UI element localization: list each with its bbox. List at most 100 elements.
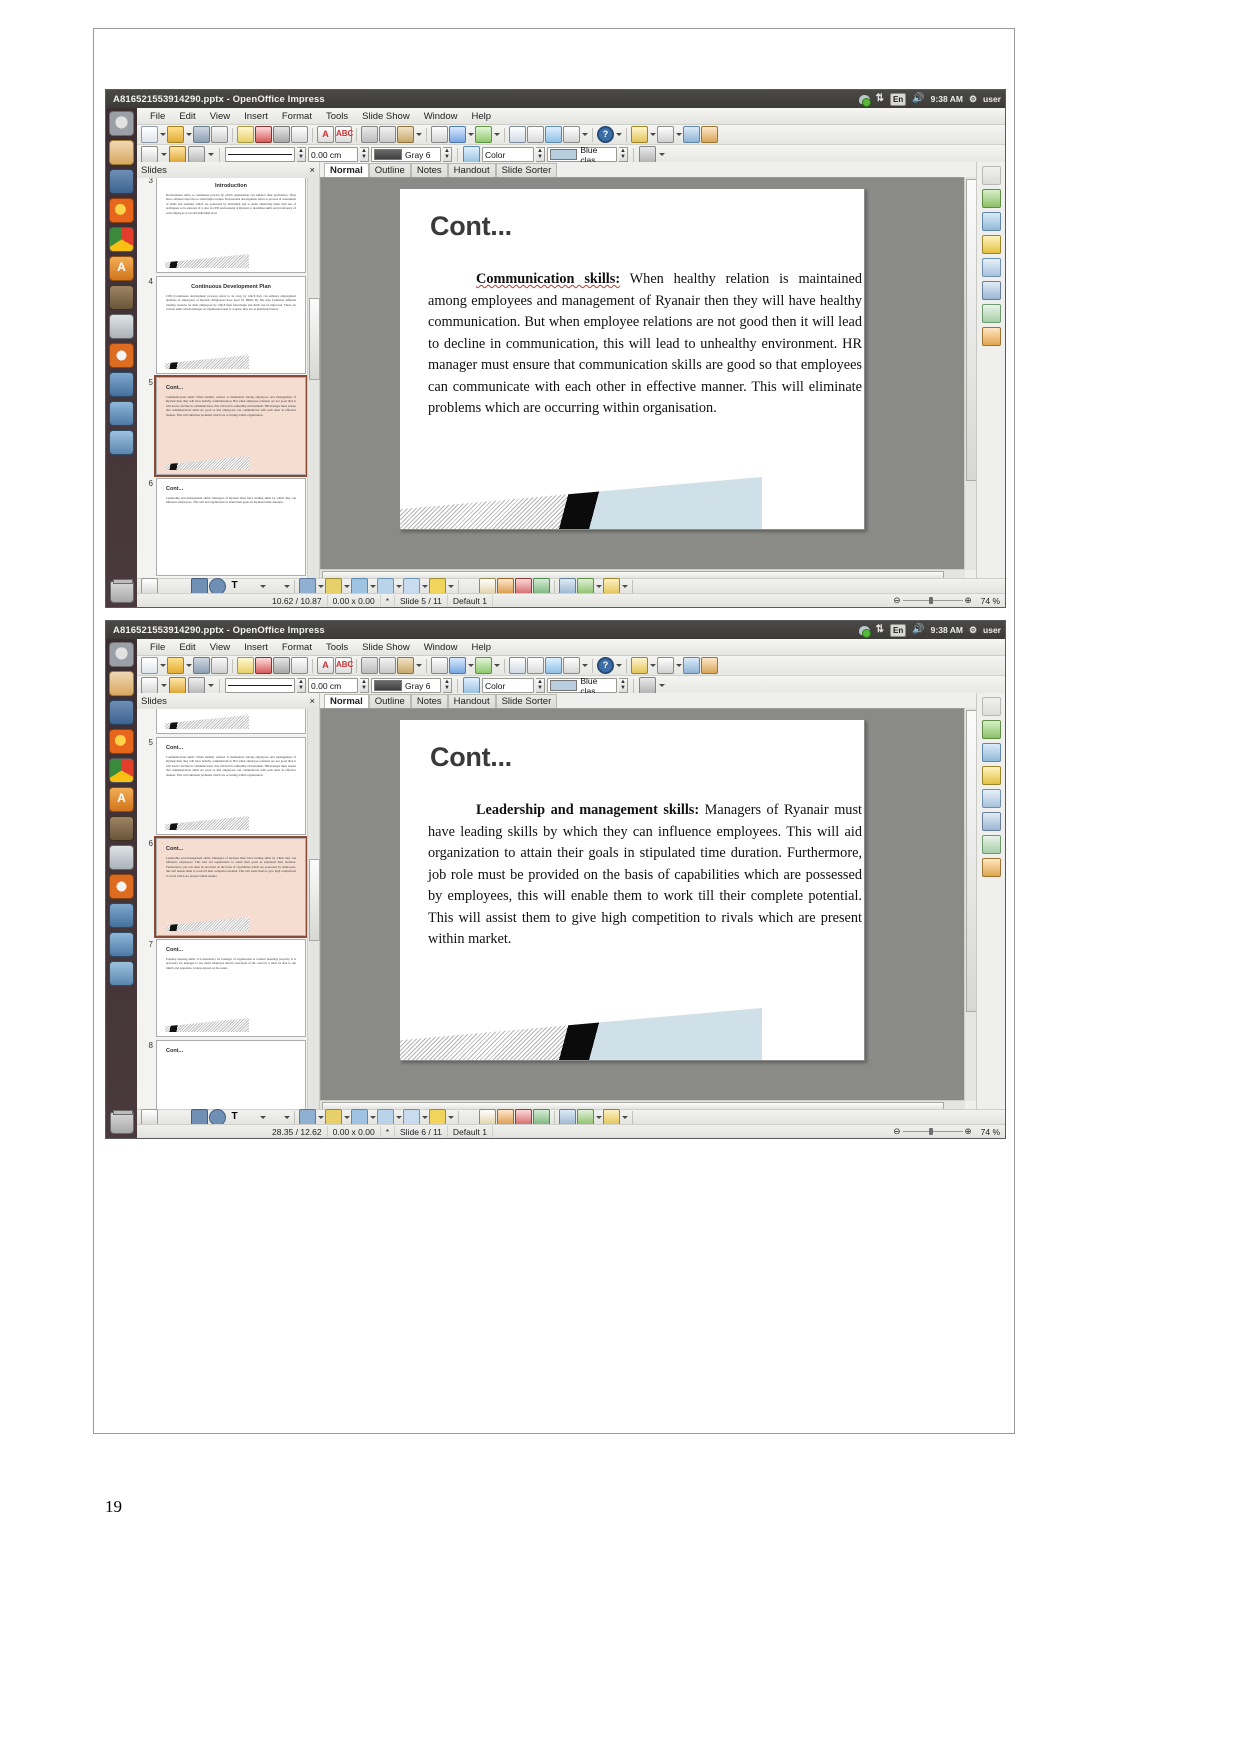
- launcher-text-editor-icon[interactable]: A: [109, 787, 134, 812]
- collapse-sidebar-icon[interactable]: [981, 166, 1001, 185]
- line-tool-icon[interactable]: [159, 579, 174, 594]
- stars-caret[interactable]: [448, 585, 454, 588]
- save-icon[interactable]: [193, 126, 210, 143]
- redo-icon[interactable]: [475, 126, 492, 143]
- menu-slideshow[interactable]: Slide Show: [355, 111, 417, 122]
- zoom-slider[interactable]: ⊖ ⊕: [889, 1126, 975, 1137]
- slide-thumbnail-selected[interactable]: Cont... Leadership and management skills…: [154, 836, 308, 938]
- master-slide-icon[interactable]: [657, 657, 674, 674]
- list-item[interactable]: 4 Continuous Development Plan CPD (Conti…: [137, 273, 319, 374]
- area-color-select[interactable]: Blue clas: [547, 145, 617, 165]
- menu-format[interactable]: Format: [275, 111, 319, 122]
- autospellcheck-icon[interactable]: ABC: [335, 657, 353, 674]
- line-properties-icon[interactable]: [141, 677, 158, 694]
- slide-thumbnail[interactable]: Cont... Equality meeting skills: It is m…: [156, 939, 306, 1037]
- paste-dropdown-caret[interactable]: [416, 664, 422, 667]
- flowchart-caret[interactable]: [396, 1116, 402, 1119]
- keyboard-language-indicator[interactable]: En: [889, 92, 907, 106]
- area-color-select[interactable]: Blue clas: [547, 676, 617, 696]
- slide-body-text[interactable]: Communication skills: When healthy relat…: [428, 269, 862, 420]
- line-style-spinner[interactable]: ▲ ▼: [297, 678, 306, 693]
- close-icon[interactable]: ×: [309, 165, 315, 176]
- menu-tools[interactable]: Tools: [319, 642, 355, 653]
- display-grid-icon[interactable]: [563, 126, 580, 143]
- launcher-writer-icon[interactable]: [109, 372, 134, 397]
- gallery-sidebar-icon[interactable]: [981, 789, 1001, 808]
- slideshow-dropdown-caret[interactable]: [650, 133, 656, 136]
- menu-help[interactable]: Help: [464, 642, 498, 653]
- distribute-icon[interactable]: [653, 1110, 668, 1125]
- area-style-spinner[interactable]: ▲ ▼: [536, 147, 545, 162]
- slide-title[interactable]: Cont...: [430, 742, 512, 773]
- start-slideshow-icon[interactable]: [631, 657, 648, 674]
- scrollbar-thumb[interactable]: [309, 859, 320, 941]
- transition-icon[interactable]: [981, 327, 1001, 346]
- zoom-in-icon[interactable]: ⊕: [965, 1126, 972, 1137]
- new-dropdown-caret[interactable]: [160, 664, 166, 667]
- volume-icon[interactable]: 🔊: [912, 625, 924, 635]
- slide-surface[interactable]: Cont... Communication skills: When healt…: [399, 188, 865, 530]
- line-style-spinner[interactable]: ▲ ▼: [297, 147, 306, 162]
- zoom-out-icon[interactable]: ⊖: [893, 595, 900, 606]
- styles-icon[interactable]: [981, 235, 1001, 254]
- start-slideshow-icon[interactable]: [631, 126, 648, 143]
- gear-icon[interactable]: ⚙: [969, 94, 977, 105]
- text-tool-icon[interactable]: T: [227, 579, 242, 594]
- flowchart-caret[interactable]: [396, 585, 402, 588]
- line-color-spinner[interactable]: ▲ ▼: [443, 147, 452, 162]
- spelling-icon[interactable]: A: [317, 657, 334, 674]
- menu-view[interactable]: View: [203, 111, 237, 122]
- list-item[interactable]: 5 Cont... Communication skills: When hea…: [137, 374, 319, 477]
- volume-icon[interactable]: 🔊: [912, 94, 924, 104]
- edit-file-icon[interactable]: [237, 657, 254, 674]
- tab-outline[interactable]: Outline: [368, 694, 411, 708]
- launcher-dash-icon[interactable]: [109, 111, 134, 136]
- shadow-icon[interactable]: [188, 146, 205, 163]
- line-color-select[interactable]: Gray 6: [371, 678, 441, 693]
- status-modified-flag[interactable]: *: [381, 595, 396, 606]
- menu-window[interactable]: Window: [417, 111, 465, 122]
- copy-icon[interactable]: [379, 126, 396, 143]
- shadow-toggle-icon[interactable]: [639, 677, 656, 694]
- help-dropdown-caret[interactable]: [616, 133, 622, 136]
- area-style-select[interactable]: Color: [482, 147, 534, 162]
- print-preview-icon[interactable]: [291, 657, 308, 674]
- launcher-mail-icon[interactable]: [109, 845, 134, 870]
- user-menu[interactable]: user: [983, 94, 1001, 104]
- autospellcheck-icon[interactable]: ABC: [335, 126, 353, 143]
- slide-canvas[interactable]: Cont... Leadership and management skills…: [320, 708, 965, 1101]
- properties-icon[interactable]: [981, 720, 1001, 739]
- open-document-icon[interactable]: [167, 126, 184, 143]
- rotate-icon[interactable]: [463, 579, 478, 594]
- print-icon[interactable]: [273, 126, 290, 143]
- launcher-dash-icon[interactable]: [109, 642, 134, 667]
- help-icon[interactable]: ?: [597, 126, 614, 143]
- slides-panel-scrollbar[interactable]: [307, 709, 320, 1112]
- undo-dropdown-caret[interactable]: [468, 133, 474, 136]
- interaction-caret[interactable]: [596, 1116, 602, 1119]
- distribute-icon[interactable]: [653, 579, 668, 594]
- connector-caret[interactable]: [284, 585, 290, 588]
- interaction-caret[interactable]: [596, 585, 602, 588]
- dropbox-icon[interactable]: [858, 94, 871, 107]
- curve-caret[interactable]: [260, 1116, 266, 1119]
- block-arrows-caret[interactable]: [370, 1116, 376, 1119]
- copy-icon[interactable]: [379, 657, 396, 674]
- slideshow-dropdown-caret[interactable]: [650, 664, 656, 667]
- tab-outline[interactable]: Outline: [368, 163, 411, 177]
- styles-icon[interactable]: [981, 766, 1001, 785]
- export-pdf-icon[interactable]: [255, 126, 272, 143]
- slides-panel-scrollbar[interactable]: [307, 178, 320, 581]
- arrange-caret[interactable]: [622, 585, 628, 588]
- area-style-icon[interactable]: [463, 146, 480, 163]
- curve-tool-icon[interactable]: [243, 579, 258, 594]
- launcher-trash-icon[interactable]: [110, 579, 134, 603]
- align-icon[interactable]: [637, 1110, 652, 1125]
- chart-icon[interactable]: [509, 126, 526, 143]
- redo-icon[interactable]: [475, 657, 492, 674]
- tab-notes[interactable]: Notes: [410, 163, 448, 177]
- new-document-icon[interactable]: [141, 657, 158, 674]
- chart-icon[interactable]: [509, 657, 526, 674]
- callouts-caret[interactable]: [422, 1116, 428, 1119]
- launcher-chrome-icon[interactable]: [109, 758, 134, 783]
